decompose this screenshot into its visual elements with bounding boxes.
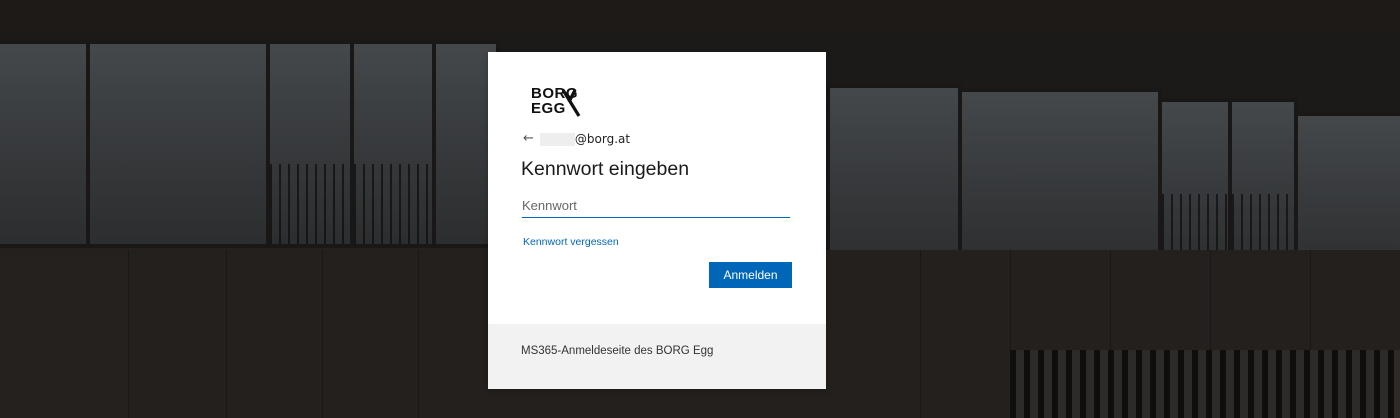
forgot-password-link[interactable]: Kennwort vergessen: [523, 236, 619, 248]
back-arrow-icon[interactable]: ←: [523, 131, 534, 147]
email-domain: @borg.at: [574, 132, 631, 146]
card-footer: MS365-Anmeldeseite des BORG Egg: [488, 324, 826, 389]
identity-banner: ← @borg.at: [523, 131, 630, 147]
signin-form: BORG EGG ← @borg.at Kennwort eingeben Ke…: [488, 52, 826, 324]
page-title: Kennwort eingeben: [521, 158, 690, 180]
signin-card: BORG EGG ← @borg.at Kennwort eingeben Ke…: [488, 52, 826, 389]
footer-text: MS365-Anmeldeseite des BORG Egg: [521, 345, 714, 357]
logo-slash-icon: [561, 89, 581, 117]
email-username-redacted: [539, 132, 575, 146]
signin-button[interactable]: Anmelden: [709, 262, 792, 288]
borg-egg-logo: BORG EGG: [531, 86, 591, 118]
password-input[interactable]: [522, 193, 790, 218]
